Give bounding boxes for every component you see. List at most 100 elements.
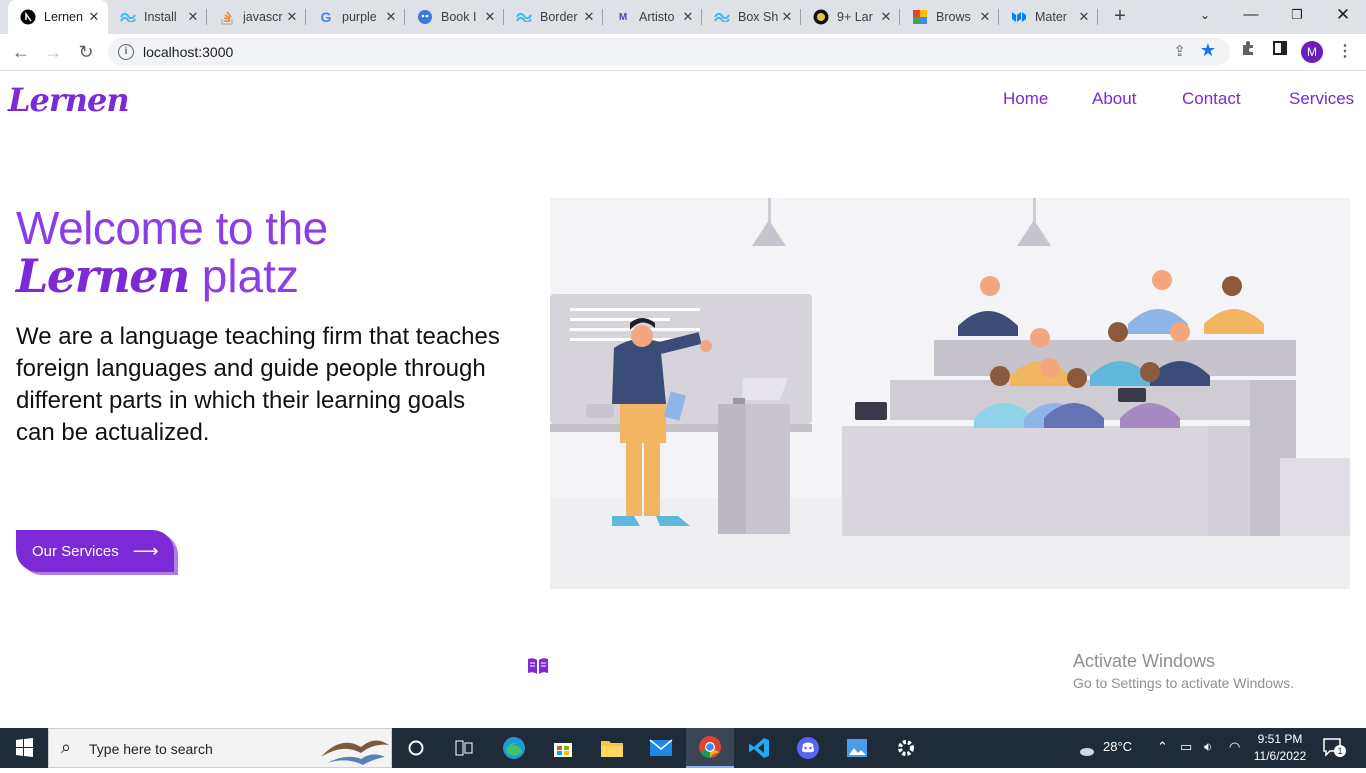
battery-icon[interactable]: ▭: [1180, 739, 1192, 755]
search-icon: ⌕: [61, 737, 72, 757]
nav-about-link[interactable]: About: [1092, 89, 1136, 109]
vscode-icon[interactable]: [735, 728, 783, 768]
tab-title: 9+ Lar: [837, 10, 873, 24]
arrow-right-icon: ⟶: [132, 540, 159, 561]
close-tab-icon[interactable]: ✕: [185, 9, 201, 25]
kebab-menu-icon[interactable]: ⋮: [1333, 40, 1357, 64]
clock-date: 11/6/2022: [1253, 749, 1307, 763]
tab-title: Install: [144, 10, 177, 24]
forward-button[interactable]: →: [41, 40, 65, 64]
tab-9-plus[interactable]: 9+ Lar ✕: [801, 0, 900, 34]
watermark-subtitle: Go to Settings to activate Windows.: [1073, 675, 1294, 691]
tailwind-icon: [120, 9, 136, 25]
tab-box-shadow[interactable]: Box Sh ✕: [702, 0, 801, 34]
back-button[interactable]: ←: [9, 40, 33, 64]
robot-icon: [417, 9, 433, 25]
microsoft-store-icon[interactable]: [539, 728, 587, 768]
tab-border[interactable]: Border ✕: [504, 0, 603, 34]
photos-icon[interactable]: [833, 728, 881, 768]
hero-heading-line1: Welcome to the: [16, 202, 328, 254]
tab-google-purple[interactable]: G purple ✕: [306, 0, 405, 34]
address-bar[interactable]: i localhost:3000 ⇪ ★: [108, 38, 1230, 66]
tab-javascript[interactable]: javascr ✕: [207, 0, 306, 34]
tab-book[interactable]: Book I ✕: [405, 0, 504, 34]
close-tab-icon[interactable]: ✕: [581, 9, 597, 25]
extensions-puzzle-icon[interactable]: [1236, 40, 1260, 64]
close-tab-icon[interactable]: ✕: [680, 9, 696, 25]
tab-title: Lernen: [44, 10, 83, 24]
tab-title: Box Sh: [738, 10, 778, 24]
volume-icon[interactable]: 🔉︎: [1204, 739, 1212, 755]
nav-services-link[interactable]: Services: [1289, 89, 1354, 109]
tab-title: Border: [540, 10, 578, 24]
mail-icon[interactable]: [637, 728, 685, 768]
windows-taskbar: ⌕ Type here to search 28°C ⌃ ▭ 🔉︎ ◠ 9:51…: [0, 728, 1366, 768]
notification-center-icon[interactable]: 1: [1322, 737, 1346, 759]
close-tab-icon[interactable]: ✕: [977, 9, 993, 25]
close-tab-icon[interactable]: ✕: [779, 9, 795, 25]
close-tab-icon[interactable]: ✕: [878, 9, 894, 25]
profile-avatar[interactable]: M: [1301, 41, 1323, 63]
reload-button[interactable]: ↻: [74, 40, 98, 64]
tab-title: javascr: [243, 10, 283, 24]
our-services-button[interactable]: Our Services ⟶: [16, 530, 174, 572]
close-tab-icon[interactable]: ✕: [284, 9, 300, 25]
tab-artisto[interactable]: M Artisto ✕: [603, 0, 702, 34]
notification-count-badge: 1: [1334, 745, 1346, 757]
tab-lernen[interactable]: Lernen ✕: [8, 0, 108, 34]
site-logo[interactable]: Lernen: [8, 81, 130, 119]
settings-gear-icon[interactable]: [882, 728, 930, 768]
mui-icon: [1011, 9, 1027, 25]
nav-home-link[interactable]: Home: [1003, 89, 1048, 109]
shield-icon: [813, 9, 829, 25]
search-placeholder[interactable]: Type here to search: [89, 741, 213, 757]
wifi-icon[interactable]: ◠: [1229, 739, 1240, 755]
tab-material[interactable]: Mater ✕: [999, 0, 1098, 34]
restore-button[interactable]: ❐: [1274, 0, 1320, 30]
file-explorer-icon[interactable]: [588, 728, 636, 768]
share-icon[interactable]: ⇪: [1173, 42, 1186, 60]
side-panel-icon[interactable]: [1268, 40, 1292, 64]
tailwind-icon: [714, 9, 730, 25]
nav-contact-link[interactable]: Contact: [1182, 89, 1241, 109]
edge-icon[interactable]: [490, 728, 538, 768]
tab-title: Brows: [936, 10, 971, 24]
show-hidden-icons-chevron-icon[interactable]: ⌃: [1157, 739, 1168, 755]
new-tab-button[interactable]: +: [1108, 5, 1132, 29]
hero-heading-brand: Lernen: [16, 249, 191, 303]
tab-title: Book I: [441, 10, 477, 24]
page-viewport: Lernen Home About Contact Services Welco…: [0, 71, 1366, 728]
taskbar-search-box[interactable]: ⌕ Type here to search: [48, 728, 392, 768]
activate-windows-watermark: Activate Windows Go to Settings to activ…: [1073, 651, 1294, 691]
tab-browser[interactable]: Brows ✕: [900, 0, 999, 34]
url-text[interactable]: localhost:3000: [143, 44, 233, 60]
minimize-button[interactable]: —: [1228, 0, 1274, 30]
medium-icon: M: [618, 11, 628, 23]
discord-icon[interactable]: [784, 728, 832, 768]
hero-heading-rest: platz: [189, 250, 299, 302]
close-tab-icon[interactable]: ✕: [86, 9, 102, 25]
tab-search-chevron-icon[interactable]: ⌄: [1182, 0, 1228, 30]
chrome-icon[interactable]: [686, 728, 734, 768]
tab-title: Mater: [1035, 10, 1067, 24]
google-icon: G: [320, 9, 332, 25]
bookmark-star-icon[interactable]: ★: [1200, 40, 1216, 61]
cta-label: Our Services: [32, 542, 119, 560]
close-tab-icon[interactable]: ✕: [383, 9, 399, 25]
close-window-button[interactable]: ✕: [1320, 0, 1366, 30]
site-info-icon[interactable]: i: [118, 44, 134, 60]
windows-start-button[interactable]: [0, 728, 48, 768]
tailwind-icon: [516, 9, 532, 25]
task-view-icon[interactable]: [440, 728, 488, 768]
clock-time: 9:51 PM: [1257, 732, 1303, 746]
tab-install[interactable]: Install ✕: [108, 0, 207, 34]
colorful-icon: [912, 9, 928, 25]
search-highlight-birds-icon: [321, 740, 389, 765]
close-tab-icon[interactable]: ✕: [482, 9, 498, 25]
taskbar-clock[interactable]: 9:51 PM 11/6/2022: [1250, 731, 1310, 765]
weather-temperature[interactable]: 28°C: [1103, 739, 1132, 754]
cortana-icon[interactable]: [392, 728, 440, 768]
close-tab-icon[interactable]: ✕: [1076, 9, 1092, 25]
tab-title: Artisto: [639, 10, 675, 24]
weather-moon-icon[interactable]: [1071, 736, 1095, 761]
